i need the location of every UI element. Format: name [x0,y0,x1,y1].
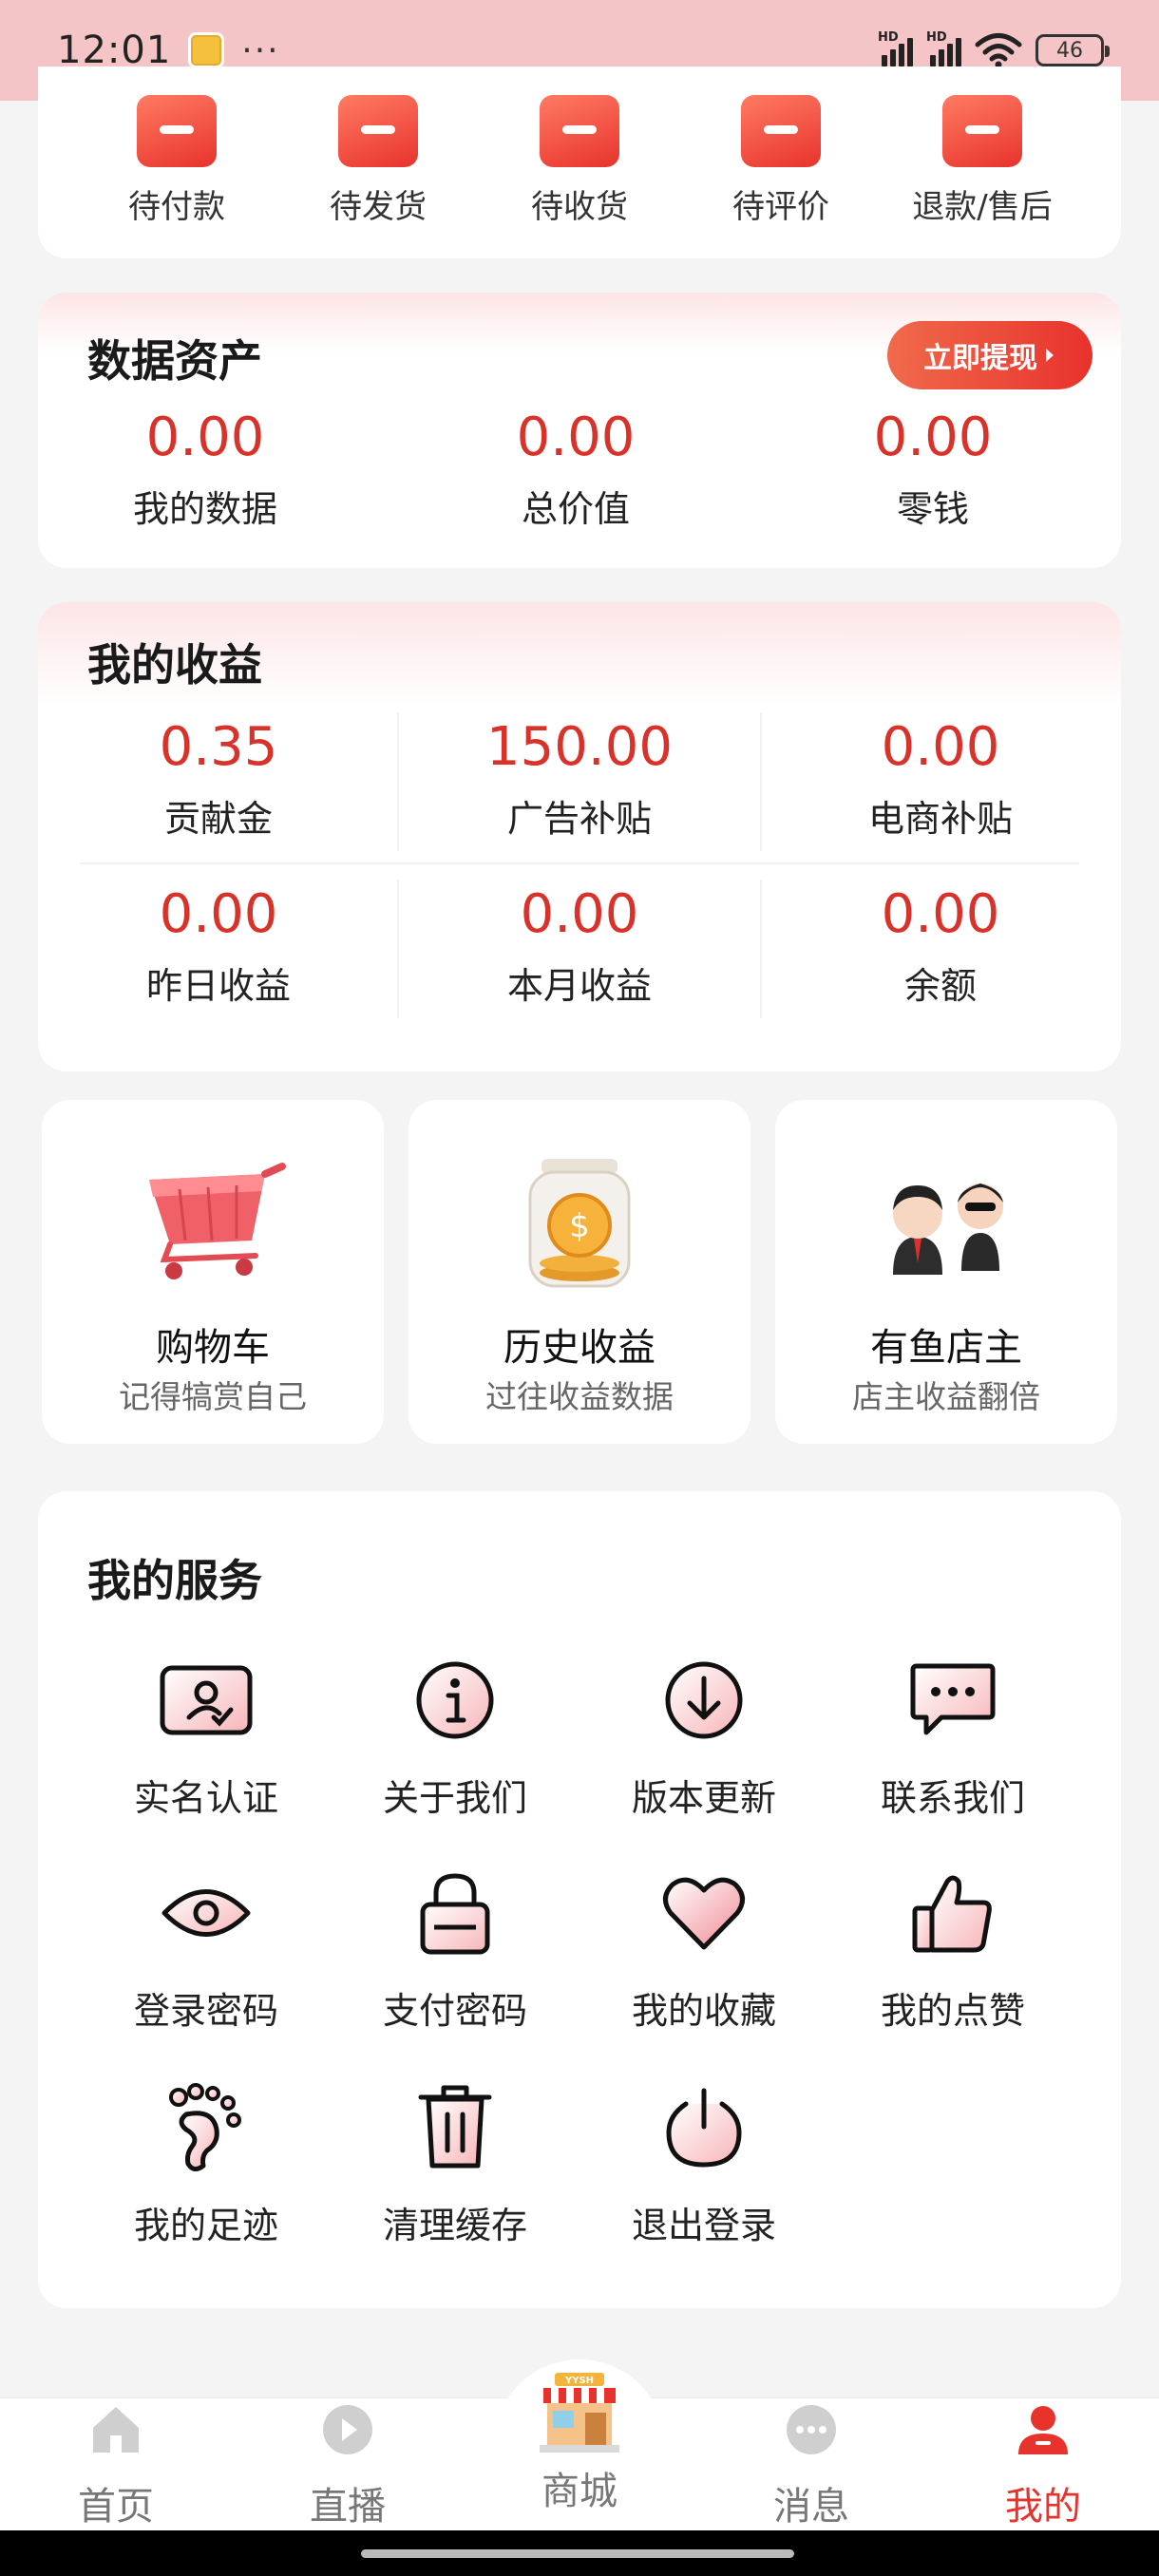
coin-jar-icon: $ [528,1159,631,1288]
signal-strength-icon: HD [878,30,913,66]
tile-subtitle: 记得犒赏自己 [119,1378,307,1415]
logout[interactable]: 退出登录 [580,2080,828,2248]
login-password[interactable]: 登录密码 [82,1866,331,2034]
heart-icon [663,1877,745,1950]
shop-owners-icon [893,1184,1003,1275]
chat-icon [910,1663,996,1735]
home-gesture-bar[interactable] [361,2549,794,2558]
box-icon [540,95,619,167]
package-icon [338,95,418,167]
store-icon: YYSH [540,2373,619,2453]
ad-subsidy-stat[interactable]: 150.00 广告补贴 [437,716,722,842]
notification-app-icon [188,32,225,68]
order-pending-receipt[interactable]: 待收货 [484,95,674,227]
payment-password[interactable]: 支付密码 [331,1866,580,2034]
my-likes[interactable]: 我的点赞 [828,1866,1077,2034]
contact-us[interactable]: 联系我们 [828,1653,1077,1821]
message-icon [787,2405,836,2454]
income-title: 我的收益 [87,639,262,691]
nav-mall[interactable]: YYSH 商城 [504,2371,656,2515]
ecommerce-subsidy-stat[interactable]: 0.00 电商补贴 [798,716,1083,842]
profile-icon [1018,2406,1068,2454]
shop-owner-tile[interactable]: 有鱼店主 店主收益翻倍 [775,1100,1117,1444]
my-favorites[interactable]: 我的收藏 [580,1866,828,2034]
battery-level: 46 [1056,38,1083,63]
thumbs-up-icon [912,1875,992,1953]
power-icon [666,2088,742,2168]
tile-subtitle: 店主收益翻倍 [852,1378,1040,1415]
my-data-stat[interactable]: 0.00 我的数据 [63,407,348,532]
order-status-card: 待付款 待发货 待收货 待评价 退款/售后 [38,66,1121,258]
divider [397,880,399,1018]
my-income-card: 我的收益 0.35 贡献金 150.00 广告补贴 0.00 电商补贴 0.00… [38,602,1121,1071]
lock-icon [420,1873,490,1955]
withdraw-button[interactable]: 立即提现 [887,321,1092,389]
divider [760,712,762,851]
yesterday-income-stat[interactable]: 0.00 昨日收益 [76,883,361,1009]
real-name-verification[interactable]: 实名认证 [82,1653,331,1821]
assets-title: 数据资产 [87,335,262,387]
divider [760,880,762,1018]
shopping-cart-icon [149,1163,286,1279]
tile-title: 有鱼店主 [870,1326,1022,1370]
trash-icon [418,2085,492,2169]
wallet-icon [137,95,217,167]
balance-stat[interactable]: 0.00 余额 [798,883,1083,1009]
divider [397,712,399,851]
nav-mine[interactable]: 我的 [967,2403,1119,2530]
change-stat[interactable]: 0.00 零钱 [790,407,1075,532]
tile-title: 历史收益 [504,1326,656,1370]
order-pending-shipment[interactable]: 待发货 [283,95,473,227]
total-value-stat[interactable]: 0.00 总价值 [433,407,718,532]
nav-messages[interactable]: 消息 [735,2403,887,2530]
order-pending-payment[interactable]: 待付款 [82,95,272,227]
services-title: 我的服务 [87,1555,262,1606]
order-pending-review[interactable]: 待评价 [686,95,876,227]
home-icon [93,2407,139,2453]
history-income-tile[interactable]: $ 历史收益 过往收益数据 [408,1100,750,1444]
month-income-stat[interactable]: 0.00 本月收益 [437,883,722,1009]
clear-cache[interactable]: 清理缓存 [331,2080,580,2248]
contribution-stat[interactable]: 0.35 贡献金 [76,716,361,842]
more-notifications-icon: ··· [241,30,280,70]
wifi-icon [975,33,1022,68]
comment-icon [741,95,821,167]
data-assets-card: 数据资产 立即提现 0.00 我的数据 0.00 总价值 0.00 零钱 [38,293,1121,568]
tile-subtitle: 过往收益数据 [485,1378,674,1415]
nav-live[interactable]: 直播 [272,2403,424,2530]
divider [80,862,1079,864]
info-icon [416,1661,494,1739]
chevron-right-icon [1046,349,1054,362]
battery-icon: 46 [1036,34,1110,66]
shopping-cart-tile[interactable]: 购物车 记得犒赏自己 [42,1100,384,1444]
eye-icon [162,1889,251,1937]
my-footprints[interactable]: 我的足迹 [82,2080,331,2248]
signal-strength-icon-2: HD [926,30,961,66]
refund-icon [942,95,1022,167]
svg-text:$: $ [569,1207,590,1245]
my-services-card: 我的服务 实名认证 关于我们 版本更新 联系我们 登录密码 支付密码 我的收藏 … [38,1491,1121,2308]
about-us[interactable]: 关于我们 [331,1653,580,1821]
svg-text:YYSH: YYSH [564,2376,594,2386]
nav-home[interactable]: 首页 [40,2403,192,2530]
id-card-icon [160,1665,253,1735]
version-update[interactable]: 版本更新 [580,1653,828,1821]
play-icon [323,2405,372,2454]
footprint-icon [169,2083,241,2171]
download-icon [665,1661,743,1739]
tile-title: 购物车 [156,1326,270,1370]
order-refund-aftersale[interactable]: 退款/售后 [887,95,1077,227]
